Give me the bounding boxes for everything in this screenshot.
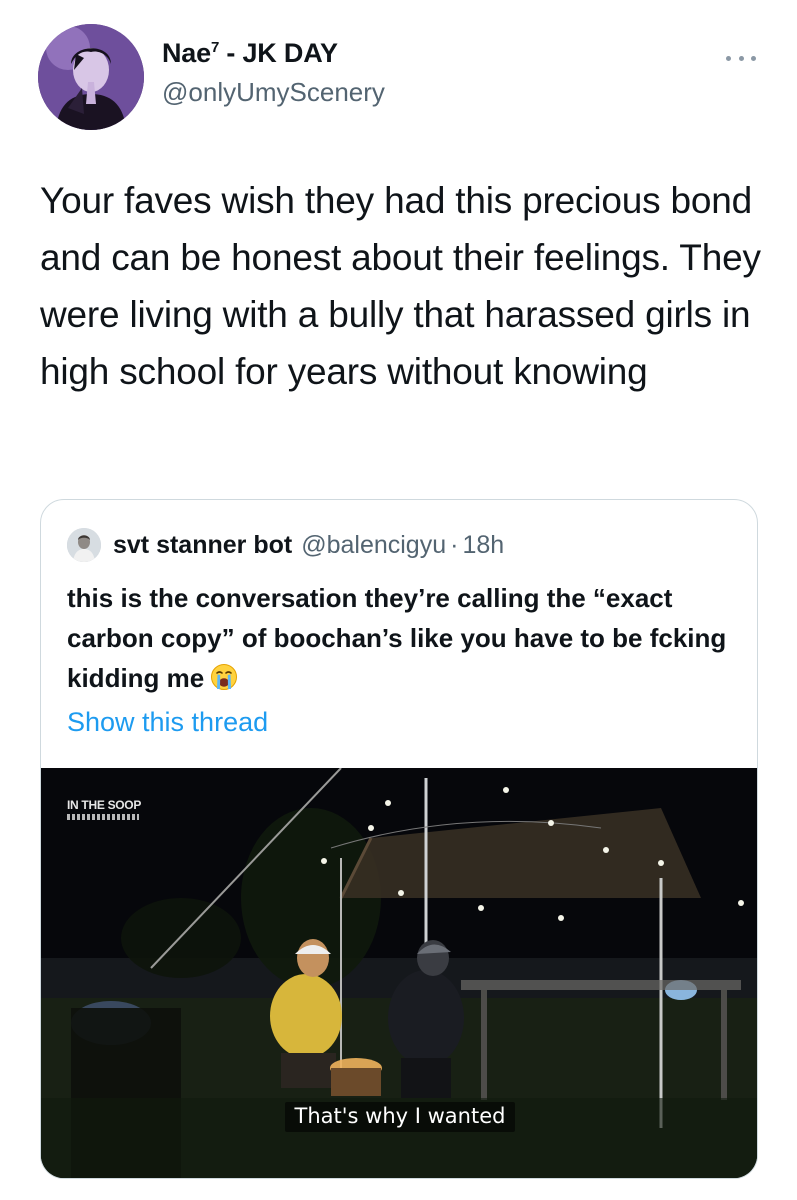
quoted-author-avatar[interactable] xyxy=(67,528,101,562)
quoted-tweet-card[interactable]: svt stanner bot @balencigyu · 18h this i… xyxy=(40,499,758,1179)
quoted-text-content: this is the conversation they’re calling… xyxy=(67,583,727,693)
quoted-timestamp[interactable]: 18h xyxy=(462,531,504,560)
author-display-name[interactable]: Nae7 - JK DAY xyxy=(162,38,385,69)
loudly-crying-face-icon xyxy=(210,662,238,690)
name-superscript: 7 xyxy=(210,39,220,56)
quoted-tweet-text: this is the conversation they’re calling… xyxy=(67,578,747,698)
more-horizontal-icon[interactable] xyxy=(726,52,756,64)
show-this-thread-link[interactable]: Show this thread xyxy=(67,707,268,738)
author-handle[interactable]: @onlyUmyScenery xyxy=(162,77,385,108)
author-avatar[interactable] xyxy=(38,24,144,130)
separator-dot: · xyxy=(450,530,459,559)
tweet: Nae7 - JK DAY @onlyUmyScenery Your faves… xyxy=(0,0,797,1200)
media-watermark: IN THE SOOP xyxy=(67,798,141,820)
quoted-tweet-header: svt stanner bot @balencigyu · 18h xyxy=(67,528,504,562)
video-subtitle: That's why I wanted xyxy=(41,1102,757,1132)
author-info: Nae7 - JK DAY @onlyUmyScenery xyxy=(162,38,385,108)
quoted-display-name[interactable]: svt stanner bot xyxy=(113,531,292,560)
quoted-handle[interactable]: @balencigyu xyxy=(301,531,446,560)
tweet-text: Your faves wish they had this precious b… xyxy=(40,180,761,392)
quoted-media-image[interactable]: IN THE SOOP That's why I wanted xyxy=(41,768,757,1178)
